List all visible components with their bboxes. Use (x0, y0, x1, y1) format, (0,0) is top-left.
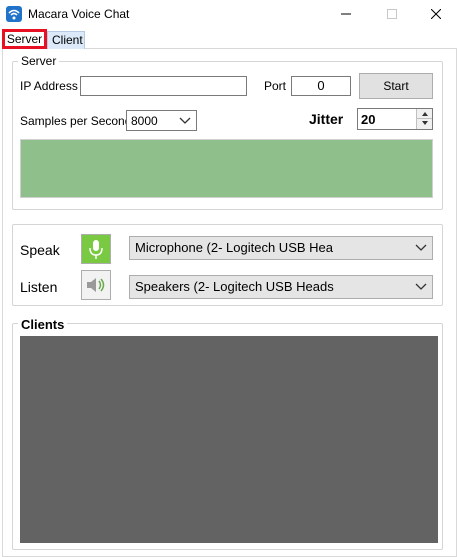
port-value: 0 (317, 78, 325, 93)
port-input[interactable]: 0 (291, 76, 351, 96)
tab-server[interactable]: Server (2, 29, 47, 49)
jitter-up-button[interactable] (416, 109, 432, 119)
arrow-up-icon (422, 112, 428, 116)
samples-per-second-select[interactable]: 8000 (126, 110, 197, 131)
microphone-device-select[interactable]: Microphone (2- Logitech USB Hea (129, 236, 433, 260)
wifi-icon (6, 6, 22, 22)
title-bar: Macara Voice Chat (0, 0, 459, 28)
microphone-device-value: Microphone (2- Logitech USB Hea (135, 240, 333, 255)
speaker-device-select[interactable]: Speakers (2- Logitech USB Heads (129, 275, 433, 299)
chevron-down-icon (179, 117, 191, 124)
window-title: Macara Voice Chat (28, 7, 130, 21)
close-button[interactable] (413, 0, 459, 28)
close-icon (431, 9, 441, 19)
speak-label: Speak (20, 242, 60, 258)
chevron-down-icon (415, 283, 427, 290)
speaker-icon (87, 278, 105, 292)
tab-client[interactable]: Client (47, 31, 85, 49)
microphone-icon (89, 240, 103, 259)
ip-address-label: IP Address (20, 79, 78, 93)
samples-per-second-label: Samples per Second (20, 114, 132, 128)
samples-per-second-value: 8000 (131, 114, 158, 128)
arrow-down-icon (422, 121, 428, 125)
speaker-button[interactable] (81, 270, 111, 300)
minimize-icon (341, 13, 351, 15)
maximize-button[interactable] (369, 0, 415, 28)
port-label: Port (264, 79, 287, 93)
jitter-down-button[interactable] (416, 119, 432, 129)
clients-list[interactable] (20, 336, 438, 543)
clients-group-legend: Clients (18, 317, 68, 332)
ip-address-input[interactable] (80, 76, 247, 96)
start-button[interactable]: Start (359, 73, 433, 99)
chevron-down-icon (415, 244, 427, 251)
maximize-icon (387, 9, 397, 19)
status-panel (20, 139, 433, 198)
jitter-spinner[interactable]: 20 (357, 108, 433, 130)
speaker-device-value: Speakers (2- Logitech USB Heads (135, 279, 334, 294)
listen-label: Listen (20, 279, 58, 295)
start-button-label: Start (383, 79, 409, 93)
jitter-value: 20 (361, 112, 376, 127)
microphone-button[interactable] (81, 234, 111, 264)
minimize-button[interactable] (323, 0, 369, 28)
jitter-label: Jitter (309, 111, 344, 127)
server-group-legend: Server (18, 54, 60, 68)
